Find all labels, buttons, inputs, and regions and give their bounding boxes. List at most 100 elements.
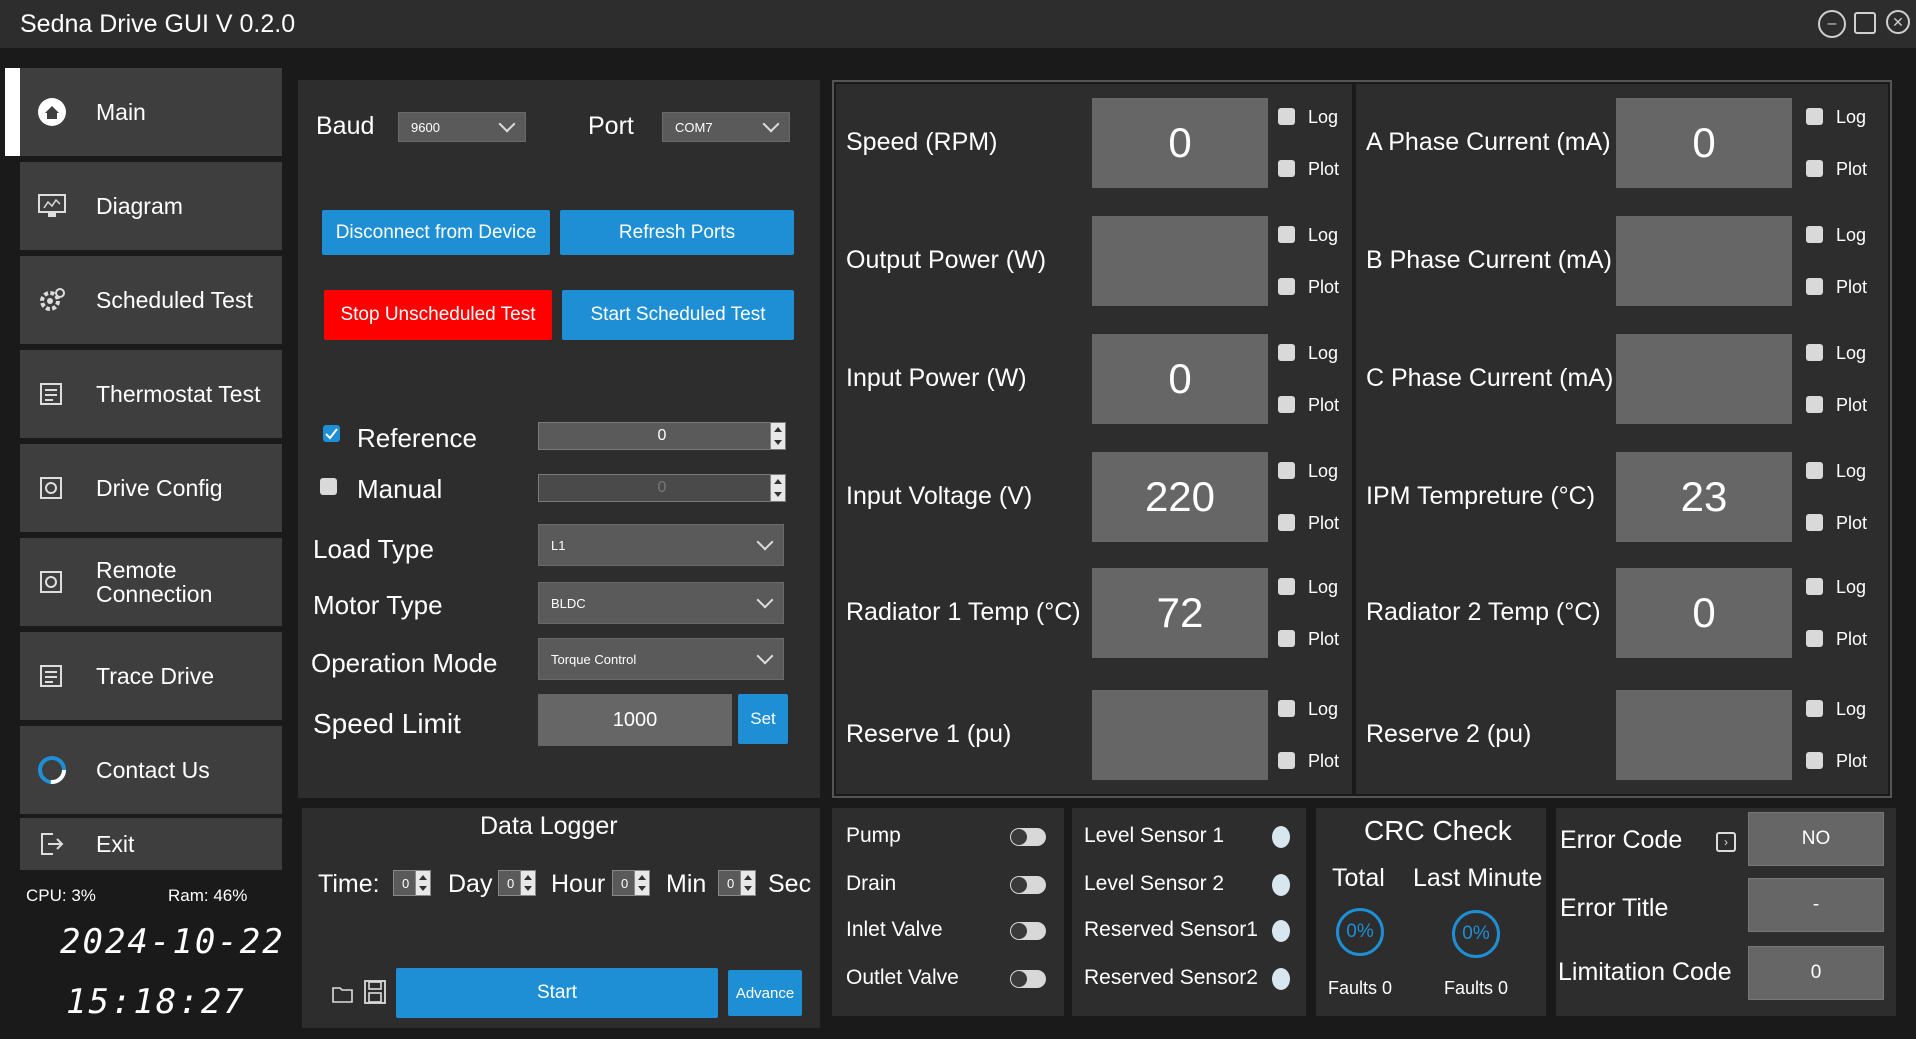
advance-button[interactable]: Advance xyxy=(728,970,802,1016)
refresh-ports-button[interactable]: Refresh Ports xyxy=(560,210,794,255)
sidebar-item-thermostat-test[interactable]: Thermostat Test xyxy=(20,350,282,438)
reading-left-plot-checkbox[interactable] xyxy=(1278,630,1295,647)
reading-left-value: 220 xyxy=(1092,452,1268,542)
spin-arrows-icon[interactable] xyxy=(415,871,430,895)
operation-mode-select[interactable]: Torque Control xyxy=(538,638,784,680)
port-select[interactable]: COM7 xyxy=(662,112,790,142)
spin-arrows-icon[interactable] xyxy=(520,871,535,895)
error-title-label: Error Title xyxy=(1560,894,1669,922)
reading-left-plot-label: Plot xyxy=(1308,395,1340,415)
reading-left-plot-label: Plot xyxy=(1308,513,1340,533)
manual-checkbox[interactable] xyxy=(320,478,337,495)
reading-right-plot-checkbox[interactable] xyxy=(1806,514,1823,531)
reading-left-log-checkbox[interactable] xyxy=(1278,578,1295,595)
operation-mode-label: Operation Mode xyxy=(311,648,498,678)
reference-checkbox[interactable] xyxy=(323,425,340,442)
spin-arrows-icon[interactable] xyxy=(770,475,785,501)
reading-right-log-checkbox[interactable] xyxy=(1806,700,1823,717)
sidebar-item-label: Main xyxy=(96,99,146,125)
save-icon[interactable] xyxy=(364,980,386,1009)
reading-right-log-checkbox[interactable] xyxy=(1806,578,1823,595)
reading-left-log-checkbox[interactable] xyxy=(1278,108,1295,125)
folder-icon[interactable] xyxy=(332,984,354,1009)
actuator-toggle[interactable] xyxy=(1010,922,1046,940)
hour-spinbox[interactable]: 0 xyxy=(498,870,536,896)
sensor-indicator xyxy=(1272,968,1290,990)
minimize-icon[interactable]: – xyxy=(1818,10,1846,38)
sidebar-item-diagram[interactable]: Diagram xyxy=(20,162,282,250)
sidebar-item-remote-connection[interactable]: Remote Connection xyxy=(20,538,282,626)
reading-right-log-label: Log xyxy=(1836,461,1867,481)
disconnect-button[interactable]: Disconnect from Device xyxy=(322,210,550,255)
sidebar-item-label: Drive Config xyxy=(96,475,223,501)
port-label: Port xyxy=(588,112,634,140)
reading-right-log-label: Log xyxy=(1836,225,1867,245)
limitation-code-label: Limitation Code xyxy=(1558,958,1732,986)
reading-left-log-label: Log xyxy=(1308,699,1339,719)
actuator-toggle[interactable] xyxy=(1010,828,1046,846)
sidebar-item-label: Scheduled Test xyxy=(96,287,253,313)
export-icon[interactable]: › xyxy=(1716,832,1736,852)
reading-left-plot-checkbox[interactable] xyxy=(1278,278,1295,295)
reading-left-value xyxy=(1092,216,1268,306)
sidebar-item-scheduled-test[interactable]: Scheduled Test xyxy=(20,256,282,344)
reading-left-log-checkbox[interactable] xyxy=(1278,344,1295,361)
reading-right-value: 23 xyxy=(1616,452,1792,542)
spin-arrows-icon[interactable] xyxy=(770,423,785,449)
spin-arrows-icon[interactable] xyxy=(740,871,755,895)
reading-right-plot-checkbox[interactable] xyxy=(1806,752,1823,769)
set-button[interactable]: Set xyxy=(738,694,788,744)
close-icon[interactable]: ✕ xyxy=(1886,10,1910,34)
reading-left-label: Input Voltage (V) xyxy=(846,482,1033,510)
reading-right-value xyxy=(1616,216,1792,306)
min-spinbox[interactable]: 0 xyxy=(612,870,650,896)
reading-right-plot-checkbox[interactable] xyxy=(1806,278,1823,295)
reading-left-plot-label: Plot xyxy=(1308,629,1340,649)
sidebar-item-exit[interactable]: Exit xyxy=(20,818,282,870)
stop-unscheduled-test-button[interactable]: Stop Unscheduled Test xyxy=(324,290,552,340)
chevron-down-icon xyxy=(756,591,774,609)
sidebar-item-label: Exit xyxy=(96,831,135,857)
reading-left-plot-checkbox[interactable] xyxy=(1278,752,1295,769)
sidebar-item-contact-us[interactable]: Contact Us xyxy=(20,726,282,814)
cpu-usage: CPU: 3% xyxy=(26,886,96,905)
error-code-value: NO xyxy=(1748,812,1884,866)
day-label: Day xyxy=(448,870,493,898)
reading-right-log-checkbox[interactable] xyxy=(1806,226,1823,243)
sidebar-item-trace-drive[interactable]: Trace Drive xyxy=(20,632,282,720)
sidebar-item-main[interactable]: Main xyxy=(20,68,282,156)
reading-left-log-checkbox[interactable] xyxy=(1278,462,1295,479)
baud-select[interactable]: 9600 xyxy=(398,112,526,142)
sec-spinbox[interactable]: 0 xyxy=(718,870,756,896)
maximize-icon[interactable] xyxy=(1854,12,1876,34)
start-scheduled-test-button[interactable]: Start Scheduled Test xyxy=(562,290,794,340)
logger-start-button[interactable]: Start xyxy=(396,968,718,1018)
reading-right-log-label: Log xyxy=(1836,343,1867,363)
load-type-label: Load Type xyxy=(313,534,434,564)
reading-right-log-checkbox[interactable] xyxy=(1806,344,1823,361)
reading-right-log-checkbox[interactable] xyxy=(1806,462,1823,479)
crc-last-minute-faults: Faults 0 xyxy=(1444,978,1509,998)
sensor-label: Reserved Sensor2 xyxy=(1084,966,1258,989)
sensor-label: Level Sensor 2 xyxy=(1084,872,1225,895)
reading-right-plot-checkbox[interactable] xyxy=(1806,396,1823,413)
reading-right-log-checkbox[interactable] xyxy=(1806,108,1823,125)
reading-left-plot-checkbox[interactable] xyxy=(1278,160,1295,177)
load-type-select[interactable]: L1 xyxy=(538,524,784,566)
speed-limit-input[interactable]: 1000 xyxy=(538,694,732,746)
actuator-toggle[interactable] xyxy=(1010,876,1046,894)
manual-spinbox[interactable]: 0 xyxy=(538,474,786,502)
reading-left-plot-checkbox[interactable] xyxy=(1278,396,1295,413)
reading-left-log-checkbox[interactable] xyxy=(1278,700,1295,717)
reference-spinbox[interactable]: 0 xyxy=(538,422,786,450)
reading-left-plot-checkbox[interactable] xyxy=(1278,514,1295,531)
actuator-toggle[interactable] xyxy=(1010,970,1046,988)
motor-type-select[interactable]: BLDC xyxy=(538,582,784,624)
sidebar-item-drive-config[interactable]: Drive Config xyxy=(20,444,282,532)
reading-left-log-checkbox[interactable] xyxy=(1278,226,1295,243)
reading-right-plot-checkbox[interactable] xyxy=(1806,160,1823,177)
spin-arrows-icon[interactable] xyxy=(634,871,649,895)
crc-last-minute-label: Last Minute xyxy=(1413,864,1543,892)
day-spinbox[interactable]: 0 xyxy=(393,870,431,896)
reading-right-plot-checkbox[interactable] xyxy=(1806,630,1823,647)
